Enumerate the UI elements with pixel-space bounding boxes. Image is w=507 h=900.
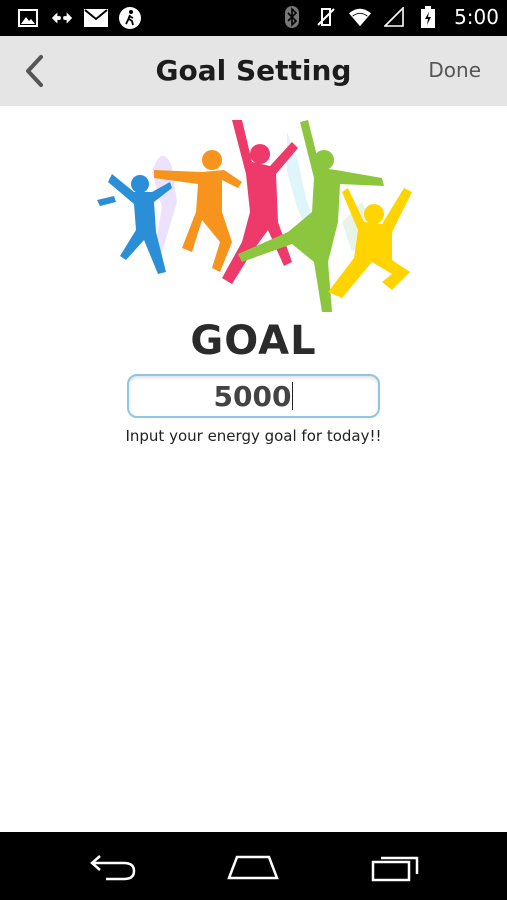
back-nav-icon [90,855,136,881]
text-caret [292,382,294,410]
notification-icons [16,6,142,30]
yellow-jumper [328,188,412,298]
mail-icon [84,6,108,30]
signal-icon [382,5,406,29]
battery-charging-icon [416,5,440,29]
goal-heading: GOAL [190,318,317,364]
home-nav-button[interactable] [223,850,283,884]
back-nav-button[interactable] [83,850,143,884]
navigation-bar [0,832,507,900]
action-bar: Goal Setting Done [0,36,507,106]
usb-debug-icon [50,6,74,30]
home-nav-icon [227,855,279,880]
recents-nav-button[interactable] [366,850,426,884]
pink-jumper [222,120,298,284]
done-button[interactable]: Done [428,58,481,82]
jumping-people-illustration [92,112,416,317]
recents-nav-icon [371,856,419,882]
goal-input[interactable]: 5000 [127,374,380,418]
chevron-left-icon [26,55,43,87]
pedometer-icon [118,6,142,30]
vibrate-off-icon [314,5,338,29]
gallery-icon [16,6,40,30]
status-bar: 5:00 [0,0,507,36]
bluetooth-icon [280,5,304,29]
status-time: 5:00 [454,5,499,29]
back-button[interactable] [14,50,54,92]
goal-value: 5000 [213,379,292,413]
system-icons: 5:00 [280,5,499,29]
goal-hint: Input your energy goal for today!! [125,427,382,445]
wifi-icon [348,5,372,29]
